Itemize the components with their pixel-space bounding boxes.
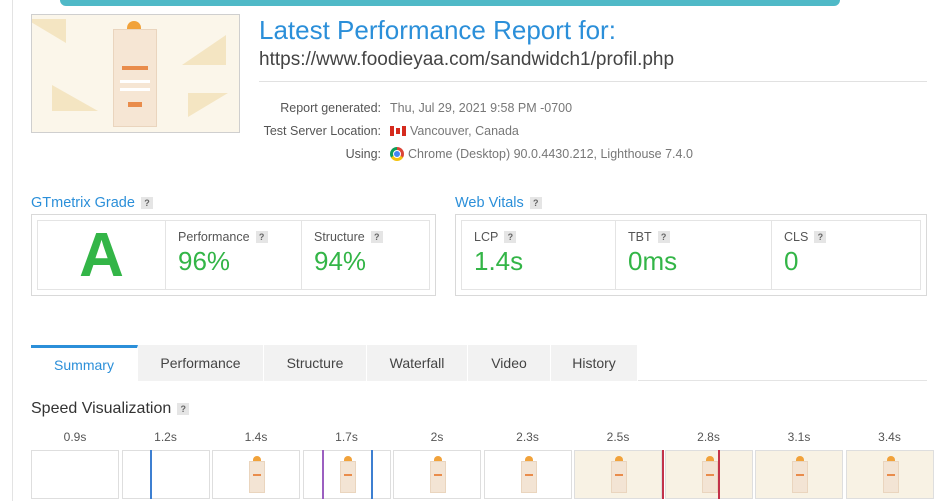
timeline-tick: 2s xyxy=(430,430,444,444)
filmstrip-frame[interactable] xyxy=(31,450,119,499)
milestone-marker xyxy=(322,450,324,499)
performance-metric: Performance? 96% xyxy=(166,221,302,289)
grade-letter-cell: A xyxy=(38,220,166,290)
structure-help-icon[interactable]: ? xyxy=(370,231,383,243)
using-label-cell: Using: xyxy=(200,147,381,163)
milestone-marker xyxy=(718,450,720,499)
web-vitals-heading: Web Vitals? xyxy=(455,195,542,211)
location-label: Test Server Location: xyxy=(263,124,381,138)
login-card-preview xyxy=(113,29,157,127)
timeline-tick: 3.1s xyxy=(787,430,811,444)
generated-label: Report generated: xyxy=(280,101,381,115)
timeline-tick: 0.9s xyxy=(63,430,87,444)
gtmetrix-grade-heading: GTmetrix Grade? xyxy=(31,195,153,211)
lcp-label: LCP xyxy=(474,230,499,244)
using-value: Chrome (Desktop) 90.0.4430.212, Lighthou… xyxy=(408,147,693,161)
frame-preview xyxy=(339,456,356,493)
structure-label: Structure xyxy=(314,230,365,244)
filmstrip-frame[interactable] xyxy=(212,450,300,499)
milestone-marker xyxy=(150,450,152,499)
filmstrip-frame[interactable] xyxy=(121,450,210,499)
tbt-metric: TBT? 0ms xyxy=(616,221,772,289)
filmstrip-frame[interactable] xyxy=(302,450,391,499)
grade-help-icon[interactable]: ? xyxy=(140,197,153,209)
using-label: Using: xyxy=(345,147,381,161)
performance-value: 96% xyxy=(178,246,231,276)
performance-label: Performance xyxy=(178,230,250,244)
grade-letter: A xyxy=(79,220,124,290)
left-rule xyxy=(12,0,13,501)
frame-preview xyxy=(611,456,627,493)
gtmetrix-grade-box: A Performance? 96% Structure? 94% xyxy=(31,214,436,296)
tab-waterfall[interactable]: Waterfall xyxy=(367,345,468,381)
structure-metric: Structure? 94% xyxy=(302,221,431,289)
cls-metric: CLS? 0 xyxy=(772,221,922,289)
location-value: Vancouver, Canada xyxy=(410,124,519,138)
lcp-value: 1.4s xyxy=(474,246,524,276)
lcp-metric: LCP? 1.4s xyxy=(462,221,616,289)
report-url[interactable]: https://www.foodieyaa.com/sandwidch1/pro… xyxy=(259,49,674,71)
filmstrip-frame[interactable] xyxy=(393,450,481,499)
top-accent-bar xyxy=(0,0,939,6)
tab-history[interactable]: History xyxy=(551,345,638,381)
filmstrip-frame[interactable] xyxy=(755,450,843,499)
timeline-tick: 2.8s xyxy=(697,430,720,444)
timeline-tick: 2.5s xyxy=(606,430,630,444)
frame-preview xyxy=(701,456,718,493)
cls-help-icon[interactable]: ? xyxy=(814,231,827,243)
cls-label: CLS xyxy=(784,230,809,244)
structure-value: 94% xyxy=(314,246,367,276)
tbt-value: 0ms xyxy=(628,246,678,276)
using-row: Chrome (Desktop) 90.0.4430.212, Lighthou… xyxy=(390,147,693,161)
filmstrip-frame[interactable] xyxy=(574,450,662,499)
filmstrip-frame[interactable] xyxy=(664,450,753,499)
canada-flag-icon xyxy=(390,126,406,136)
generated-value: Thu, Jul 29, 2021 9:58 PM -0700 xyxy=(390,101,573,115)
lcp-help-icon[interactable]: ? xyxy=(504,231,517,243)
filmstrip-frame[interactable] xyxy=(845,450,934,499)
timeline-tick: 2.3s xyxy=(516,430,539,444)
frame-preview xyxy=(882,456,899,493)
generated-label-cell: Report generated: xyxy=(200,101,381,117)
milestone-marker xyxy=(662,450,664,499)
gtmetrix-grade-heading-text: GTmetrix Grade xyxy=(31,195,135,211)
milestone-marker xyxy=(371,450,373,499)
report-title: Latest Performance Report for: xyxy=(259,15,616,45)
location-label-cell: Test Server Location: xyxy=(200,124,381,140)
speed-visualization-heading: Speed Visualization? xyxy=(31,400,190,418)
web-vitals-box: LCP? 1.4s TBT? 0ms CLS? 0 xyxy=(455,214,927,296)
tab-performance[interactable]: Performance xyxy=(138,345,264,381)
tab-summary[interactable]: Summary xyxy=(31,345,138,381)
tbt-label: TBT xyxy=(628,230,652,244)
vitals-help-icon[interactable]: ? xyxy=(529,197,542,209)
frame-preview xyxy=(792,456,808,493)
frame-preview xyxy=(520,456,537,493)
timeline-tick: 3.4s xyxy=(878,430,901,444)
timeline-tick: 1.7s xyxy=(335,430,358,444)
timeline-tick: 1.4s xyxy=(244,430,268,444)
location-row: Vancouver, Canada xyxy=(390,124,519,138)
speed-help-icon[interactable]: ? xyxy=(177,403,190,415)
tbt-help-icon[interactable]: ? xyxy=(657,231,670,243)
timeline-tick: 1.2s xyxy=(154,430,177,444)
filmstrip-frame[interactable] xyxy=(483,450,572,499)
header-divider xyxy=(259,81,927,82)
web-vitals-heading-text: Web Vitals xyxy=(455,195,524,211)
frame-preview xyxy=(249,456,265,493)
chrome-icon xyxy=(390,147,404,161)
speed-visualization-heading-text: Speed Visualization xyxy=(31,400,172,417)
tab-structure[interactable]: Structure xyxy=(264,345,367,381)
tab-video[interactable]: Video xyxy=(468,345,551,381)
performance-help-icon[interactable]: ? xyxy=(255,231,268,243)
frame-preview xyxy=(430,456,446,493)
cls-value: 0 xyxy=(784,246,799,276)
